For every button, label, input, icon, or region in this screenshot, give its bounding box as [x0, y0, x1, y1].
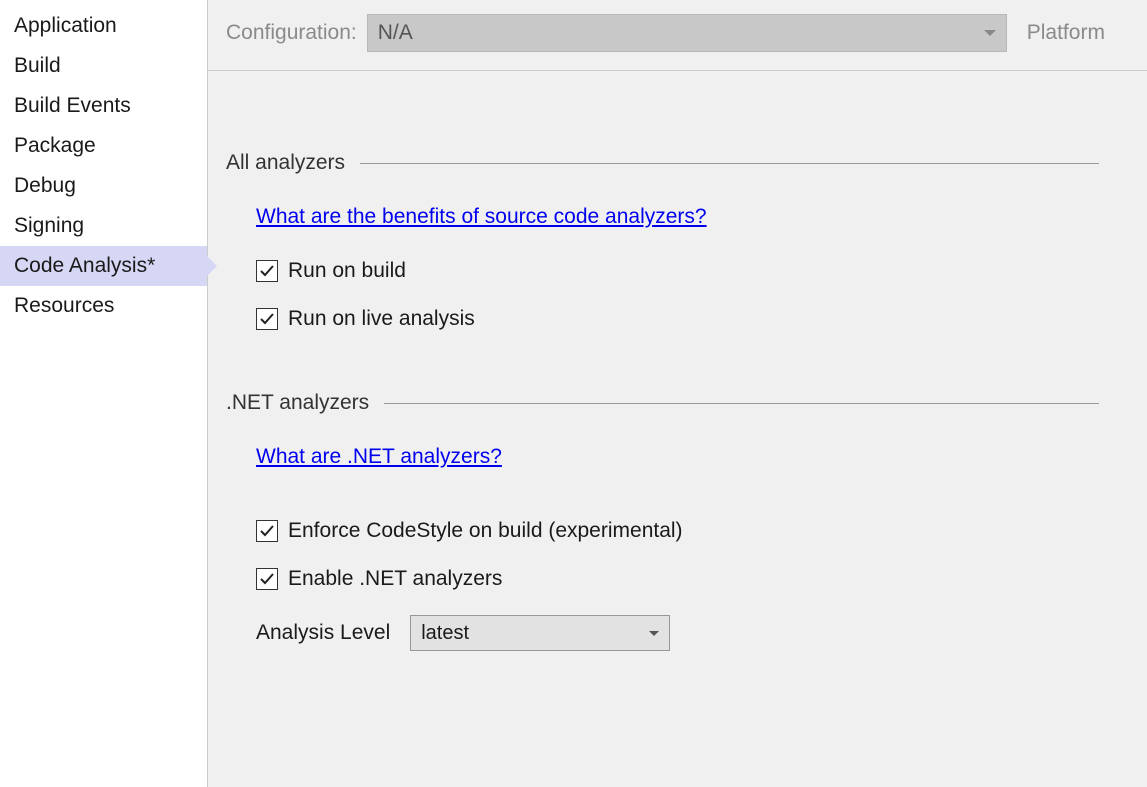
sidebar-item-label: Resources	[14, 294, 114, 317]
section-net-analyzers: .NET analyzers What are .NET analyzers? …	[226, 391, 1129, 651]
sidebar-item-package[interactable]: Package	[0, 126, 207, 166]
checkbox[interactable]	[256, 520, 278, 542]
checkbox[interactable]	[256, 308, 278, 330]
sidebar-item-label: Build	[14, 54, 61, 77]
chevron-down-icon	[984, 30, 996, 36]
checkbox[interactable]	[256, 568, 278, 590]
checkbox-run-on-live-analysis: Run on live analysis	[256, 307, 1129, 331]
analysis-level-value: latest	[421, 622, 469, 645]
analysis-level-select[interactable]: latest	[410, 615, 670, 651]
main-panel: Configuration: N/A Platform All analyzer…	[208, 0, 1147, 787]
net-analyzers-link[interactable]: What are .NET analyzers?	[256, 445, 502, 469]
configuration-value: N/A	[378, 21, 413, 45]
section-title: .NET analyzers	[226, 391, 369, 415]
sidebar-item-label: Package	[14, 134, 96, 157]
chevron-down-icon	[649, 631, 659, 636]
analysis-level-label: Analysis Level	[256, 621, 390, 645]
sidebar-item-resources[interactable]: Resources	[0, 286, 207, 326]
section-body: What are .NET analyzers? Enforce CodeSty…	[226, 445, 1129, 651]
checkbox-label: Enforce CodeStyle on build (experimental…	[288, 519, 683, 543]
sidebar: Application Build Build Events Package D…	[0, 0, 208, 787]
checkmark-icon	[259, 263, 275, 279]
sidebar-item-label: Application	[14, 14, 117, 37]
configuration-label: Configuration:	[226, 21, 357, 45]
checkbox-label: Run on live analysis	[288, 307, 475, 331]
top-bar: Configuration: N/A Platform	[208, 0, 1147, 71]
sidebar-item-label: Signing	[14, 214, 84, 237]
sidebar-item-build[interactable]: Build	[0, 46, 207, 86]
section-header: All analyzers	[226, 151, 1129, 175]
benefits-link[interactable]: What are the benefits of source code ana…	[256, 205, 707, 229]
platform-label: Platform	[1027, 21, 1105, 45]
sidebar-item-application[interactable]: Application	[0, 6, 207, 46]
sidebar-item-debug[interactable]: Debug	[0, 166, 207, 206]
checkmark-icon	[259, 523, 275, 539]
checkmark-icon	[259, 311, 275, 327]
sidebar-item-label: Code Analysis*	[14, 254, 155, 277]
analysis-level-row: Analysis Level latest	[256, 615, 1129, 651]
checkmark-icon	[259, 571, 275, 587]
sidebar-item-label: Debug	[14, 174, 76, 197]
sidebar-item-build-events[interactable]: Build Events	[0, 86, 207, 126]
section-all-analyzers: All analyzers What are the benefits of s…	[226, 151, 1129, 331]
checkbox-label: Enable .NET analyzers	[288, 567, 502, 591]
section-divider	[360, 163, 1099, 164]
content: All analyzers What are the benefits of s…	[208, 71, 1147, 671]
section-body: What are the benefits of source code ana…	[226, 205, 1129, 331]
section-title: All analyzers	[226, 151, 345, 175]
sidebar-item-label: Build Events	[14, 94, 131, 117]
checkbox-label: Run on build	[288, 259, 406, 283]
checkbox[interactable]	[256, 260, 278, 282]
sidebar-item-code-analysis[interactable]: Code Analysis*	[0, 246, 207, 286]
sidebar-item-signing[interactable]: Signing	[0, 206, 207, 246]
checkbox-enforce-codestyle: Enforce CodeStyle on build (experimental…	[256, 519, 1129, 543]
checkbox-enable-net-analyzers: Enable .NET analyzers	[256, 567, 1129, 591]
section-header: .NET analyzers	[226, 391, 1129, 415]
checkbox-run-on-build: Run on build	[256, 259, 1129, 283]
configuration-select[interactable]: N/A	[367, 14, 1007, 52]
section-divider	[384, 403, 1099, 404]
